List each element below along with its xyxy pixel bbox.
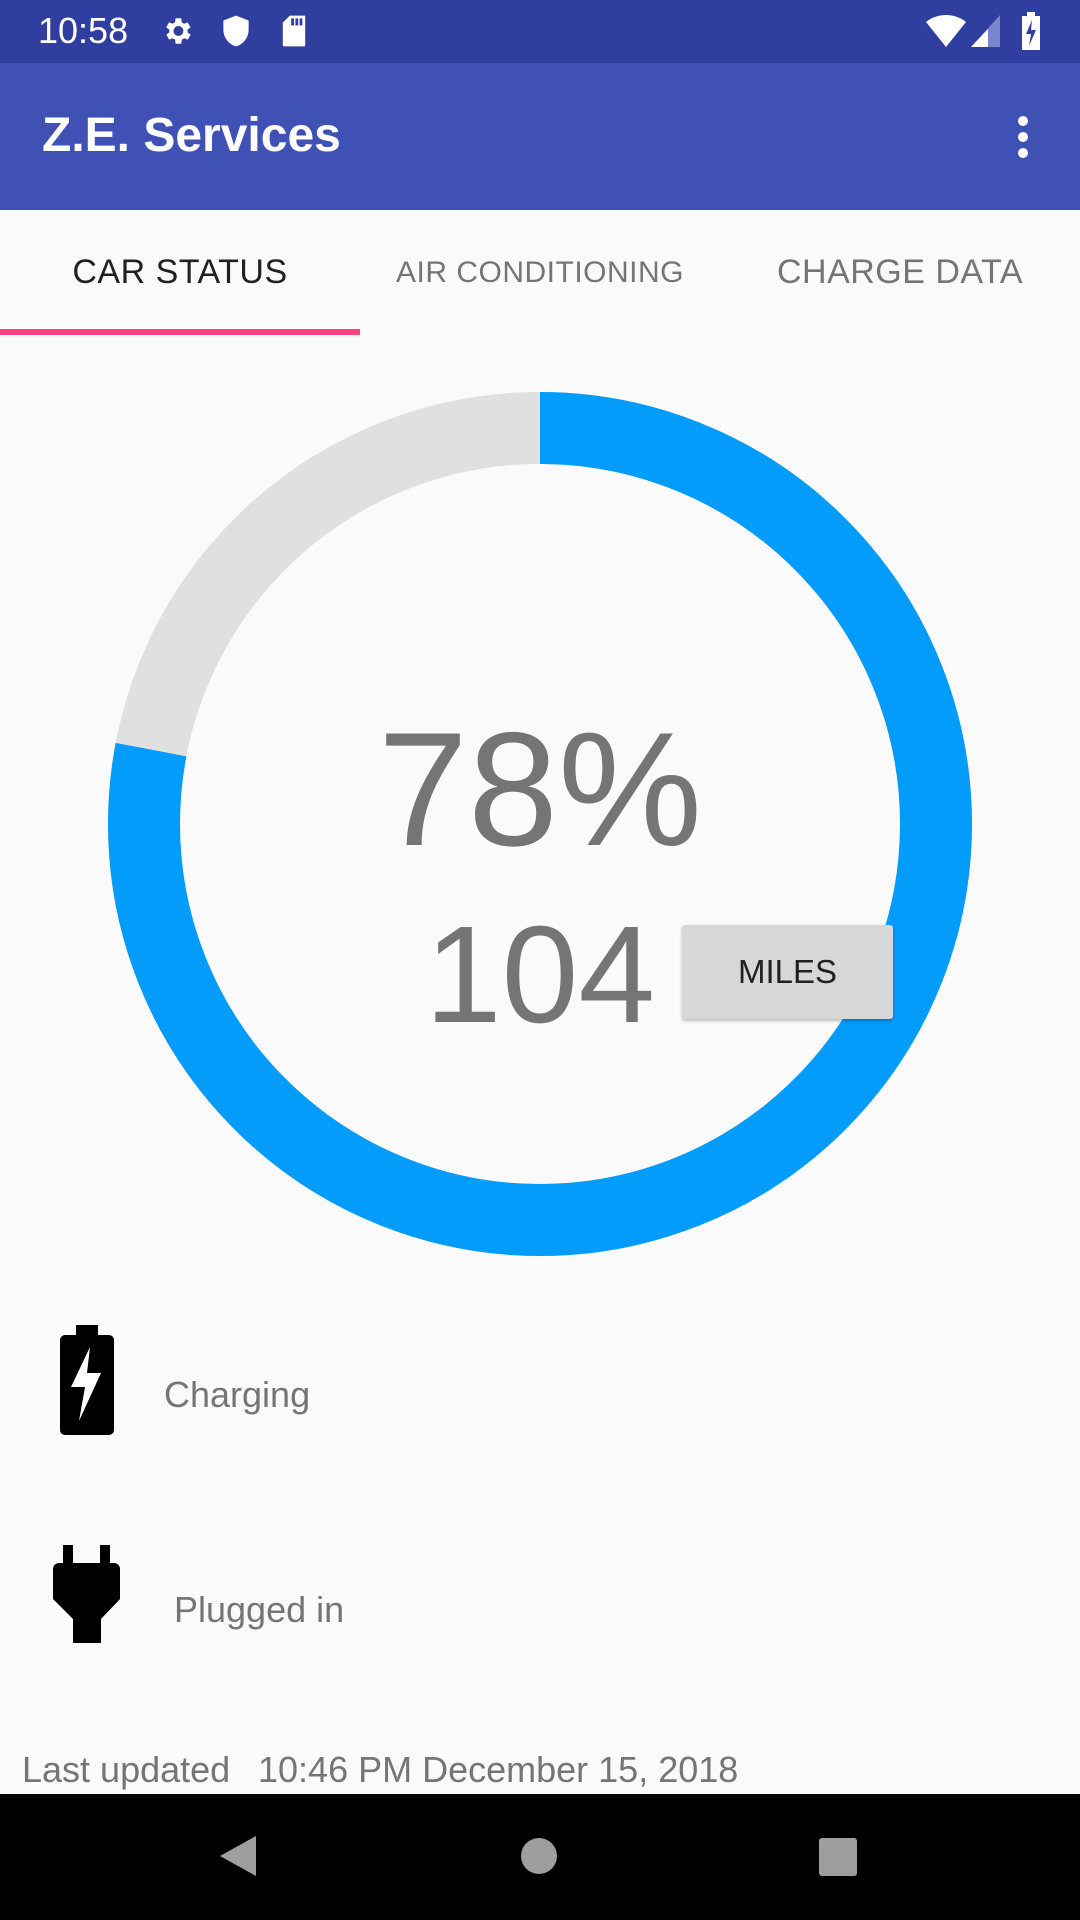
tab-car-status[interactable]: CAR STATUS [0,210,360,335]
shield-icon [223,15,249,47]
tab-bar: CAR STATUS AIR CONDITIONING CHARGE DATA [0,210,1080,335]
battery-percent: 78% [377,699,703,880]
last-updated-value: 10:46 PM December 15, 2018 [258,1749,739,1790]
range-value: 104 [424,898,656,1052]
gear-icon [166,18,191,44]
tab-charge-data[interactable]: CHARGE DATA [720,210,1080,335]
last-updated-label: Last updated [22,1749,231,1790]
status-bar: 10:58 [0,0,1080,63]
recents-icon[interactable] [818,1837,858,1877]
tab-label: AIR CONDITIONING [395,255,684,289]
tab-label: CHARGE DATA [776,253,1024,291]
units-button[interactable]: MILES [682,925,893,1019]
status-time: 10:58 [38,10,129,51]
app-bar: Z.E. Services [0,63,1080,210]
tab-air-conditioning[interactable]: AIR CONDITIONING [360,210,720,335]
navigation-bar [0,1794,1080,1920]
battery-charging-icon [1022,12,1040,50]
app-title: Z.E. Services [42,109,341,162]
more-vert-icon[interactable] [1005,114,1041,160]
charging-status: Charging [164,1374,311,1415]
sd-card-icon [282,15,306,47]
signal-icon [971,15,1000,47]
battery-charging-icon [60,1325,114,1435]
tab-label: CAR STATUS [72,253,288,291]
back-icon[interactable] [218,1834,260,1878]
plug-status: Plugged in [174,1589,345,1630]
power-plug-icon [53,1545,120,1643]
units-button-label: MILES [737,953,838,990]
home-icon[interactable] [520,1837,558,1875]
wifi-icon [926,14,966,48]
